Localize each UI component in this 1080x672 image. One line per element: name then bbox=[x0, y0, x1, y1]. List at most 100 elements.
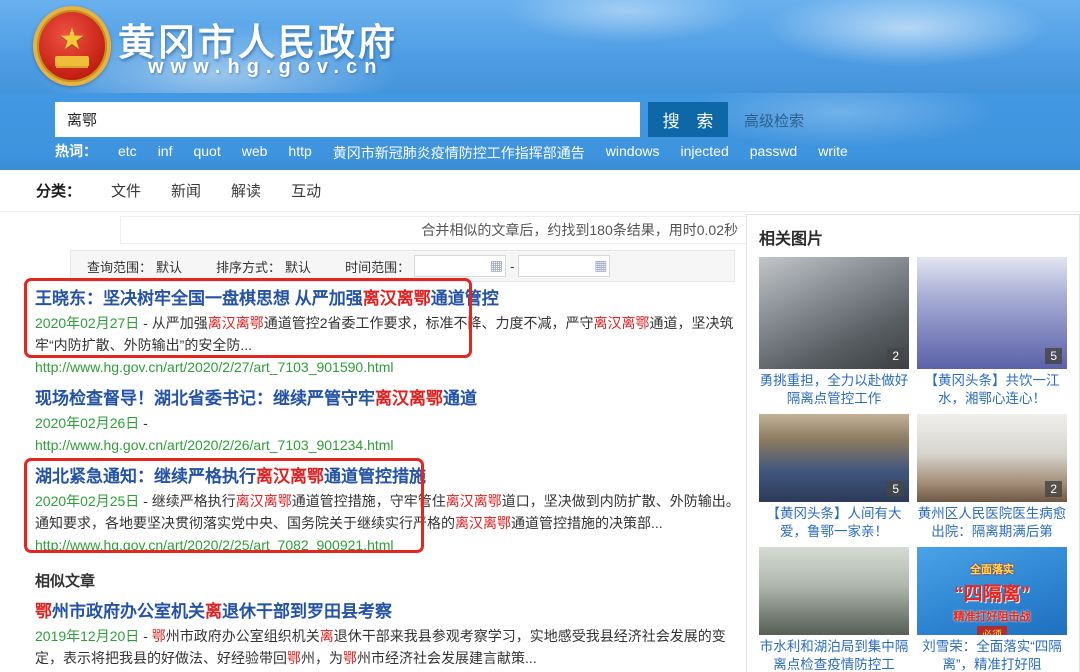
category-item-新闻[interactable]: 新闻 bbox=[171, 180, 201, 201]
hot-word-link[interactable]: quot bbox=[193, 143, 220, 163]
category-list: 文件 新闻 解读 互动 bbox=[111, 180, 321, 201]
hot-word-link[interactable]: http bbox=[288, 143, 311, 163]
result-date: 2020年02月26日 bbox=[35, 415, 139, 431]
category-item-解读[interactable]: 解读 bbox=[231, 180, 261, 201]
result-url: http://www.hg.gov.cn/art/2020/2/27/art_7… bbox=[35, 356, 741, 378]
hot-words-label: 热词： bbox=[55, 141, 97, 161]
text-segment: 州，为 bbox=[301, 650, 343, 666]
highlighted-query-term: 离汉离鄂 bbox=[594, 315, 650, 331]
search-results-page: ★ 黄冈市人民政府 www.hg.gov.cn 搜 索 高级检索 热词： etc… bbox=[0, 0, 1080, 672]
highlighted-query-term: 离汉离鄂 bbox=[455, 515, 511, 531]
stairwell-supplies-photo[interactable]: 2 bbox=[759, 257, 909, 369]
image-count-badge: 2 bbox=[887, 348, 904, 364]
hot-word-link[interactable]: passwd bbox=[750, 143, 797, 163]
result-title-link[interactable]: 鄂州市政府办公室机关离退休干部到罗田县考察 bbox=[35, 601, 741, 623]
text-segment: 通道管控措施，守牢管住 bbox=[292, 493, 446, 509]
related-image-caption[interactable]: 刘雪荣：全面落实“四隔离”，精准打好阻 bbox=[917, 638, 1067, 672]
results-list: 王晓东：坚决树牢全国一盘棋思想 从严加强离汉离鄂通道管控2020年02月27日 … bbox=[35, 288, 741, 672]
result-url: http://www.hg.gov.cn/art/2020/2/25/art_7… bbox=[35, 534, 741, 556]
highlighted-query-term: 鄂 bbox=[287, 650, 301, 666]
related-image-card: 2 勇挑重担，全力以赴做好隔离点管控工作 bbox=[759, 257, 909, 408]
related-image-card: 5【黄冈头条】共饮一江水，湘鄂心连心！ bbox=[917, 257, 1067, 408]
related-images-grid: 2勇挑重担，全力以赴做好隔离点管控工作5【黄冈头条】共饮一江水，湘鄂心连心！5【… bbox=[759, 257, 1067, 672]
related-image-caption[interactable]: 【黄冈头条】共饮一江水，湘鄂心连心！ bbox=[917, 372, 1067, 408]
text-segment: 州市经济社会发展建言献策... bbox=[357, 650, 537, 666]
result-item: 现场检查督导！湖北省委书记：继续严管守牢离汉离鄂通道2020年02月26日 - … bbox=[35, 388, 741, 456]
ppe-medical-team-photo[interactable]: 5 bbox=[917, 257, 1067, 369]
street-inspection-photo[interactable] bbox=[759, 547, 909, 635]
result-url: http://www.hg.gov.cn/art/2020/2/26/art_7… bbox=[35, 434, 741, 456]
related-images-title: 相关图片 bbox=[759, 225, 1067, 249]
search-button[interactable]: 搜 索 bbox=[648, 102, 728, 137]
highlighted-query-term: 鄂 bbox=[35, 602, 52, 621]
hot-word-link[interactable]: web bbox=[242, 143, 268, 163]
graphic-text-overlay: 全面落实“四隔离”精准打好阻击战必须 bbox=[917, 547, 1067, 635]
related-image-card: 市水利和湖泊局到集中隔离点检查疫情防控工 bbox=[759, 547, 909, 672]
result-title-link[interactable]: 王晓东：坚决树牢全国一盘棋思想 从严加强离汉离鄂通道管控 bbox=[35, 288, 741, 310]
related-images-panel: 相关图片 2勇挑重担，全力以赴做好隔离点管控工作5【黄冈头条】共饮一江水，湘鄂心… bbox=[746, 214, 1080, 672]
text-segment: 州市政府办公室机关 bbox=[52, 602, 205, 621]
advanced-search-link[interactable]: 高级检索 bbox=[744, 110, 804, 131]
time-range-end-input[interactable] bbox=[519, 256, 589, 276]
highlighted-query-term: 离汉离鄂 bbox=[208, 315, 264, 331]
sort-filter: 排序方式： 默认 bbox=[216, 257, 311, 276]
scope-filter: 查询范围： 默认 bbox=[87, 257, 182, 276]
highlighted-query-term: 离汉离鄂 bbox=[446, 493, 502, 509]
category-item-文件[interactable]: 文件 bbox=[111, 180, 141, 201]
related-image-caption[interactable]: 黄州区人民医院医生病愈出院：隔离期满后第 bbox=[917, 505, 1067, 541]
graphic-line-1: 全面落实 bbox=[970, 561, 1014, 577]
sort-filter-label: 排序方式： bbox=[216, 257, 281, 276]
result-title-link[interactable]: 湖北紧急通知：继续严格执行离汉离鄂通道管控措施 bbox=[35, 466, 741, 488]
result-title-link[interactable]: 现场检查督导！湖北省委书记：继续严管守牢离汉离鄂通道 bbox=[35, 388, 741, 410]
time-range-filter: 时间范围： ▦ - ▦ bbox=[345, 255, 610, 277]
image-count-badge: 2 bbox=[1045, 481, 1062, 497]
text-segment: 通道管控2省委工作要求，标准不降、力度不减，严守 bbox=[264, 315, 594, 331]
blue-jacket-group-photo[interactable]: 5 bbox=[759, 414, 909, 502]
date-separator: - bbox=[139, 493, 151, 509]
emblem-gate-icon bbox=[55, 56, 89, 66]
date-separator: - bbox=[139, 415, 148, 431]
hot-word-link[interactable]: inf bbox=[158, 143, 173, 163]
highlighted-query-term: 离汉离鄂 bbox=[363, 289, 431, 308]
search-input[interactable] bbox=[55, 102, 640, 137]
hot-word-link[interactable]: write bbox=[818, 143, 848, 163]
highlighted-query-term: 离汉离鄂 bbox=[256, 467, 324, 486]
hot-word-link[interactable]: windows bbox=[606, 143, 660, 163]
sort-filter-value[interactable]: 默认 bbox=[285, 257, 311, 276]
category-item-互动[interactable]: 互动 bbox=[291, 180, 321, 201]
graphic-line-2: “四隔离” bbox=[954, 579, 1030, 606]
related-image-caption[interactable]: 市水利和湖泊局到集中隔离点检查疫情防控工 bbox=[759, 638, 909, 672]
related-image-caption[interactable]: 勇挑重担，全力以赴做好隔离点管控工作 bbox=[759, 372, 909, 408]
calendar-icon[interactable]: ▦ bbox=[594, 257, 607, 274]
hot-word-link[interactable]: 黄冈市新冠肺炎疫情防控工作指挥部通告 bbox=[333, 143, 585, 163]
result-snippet: 2020年02月25日 - 继续严格执行离汉离鄂通道管控措施，守牢管住离汉离鄂道… bbox=[35, 490, 741, 534]
related-image-caption[interactable]: 【黄冈头条】人间有大爱，鲁鄂一家亲！ bbox=[759, 505, 909, 541]
highlighted-query-term: 鄂 bbox=[343, 650, 357, 666]
four-isolation-graphic[interactable]: 全面落实“四隔离”精准打好阻击战必须 bbox=[917, 547, 1067, 635]
filter-bar: 查询范围： 默认 排序方式： 默认 时间范围： ▦ - ▦ bbox=[70, 250, 735, 282]
results-column: 合并相似的文章后，约找到180条结果，用时0.02秒 查询范围： 默认 排序方式… bbox=[35, 216, 741, 672]
text-segment: 继续严格执行 bbox=[152, 493, 236, 509]
category-row: 分类： 文件新闻解读互动 bbox=[0, 170, 1080, 212]
text-segment: 退休干部到罗田县考察 bbox=[222, 602, 392, 621]
recovered-patient-photo[interactable]: 2 bbox=[917, 414, 1067, 502]
hot-word-link[interactable]: injected bbox=[680, 143, 728, 163]
time-range-separator: - bbox=[510, 259, 514, 274]
similar-articles-label: 相似文章 bbox=[35, 570, 741, 591]
related-image-card: 全面落实“四隔离”精准打好阻击战必须刘雪荣：全面落实“四隔离”，精准打好阻 bbox=[917, 547, 1067, 672]
calendar-icon[interactable]: ▦ bbox=[490, 257, 503, 274]
highlighted-query-term: 离汉离鄂 bbox=[236, 493, 292, 509]
highlighted-query-term: 离 bbox=[205, 602, 222, 621]
text-segment: 湖北紧急通知：继续严格执行 bbox=[35, 467, 256, 486]
hot-word-link[interactable]: etc bbox=[118, 143, 137, 163]
result-item: 王晓东：坚决树牢全国一盘棋思想 从严加强离汉离鄂通道管控2020年02月27日 … bbox=[35, 288, 741, 378]
text-segment: 从严加强 bbox=[152, 315, 208, 331]
highlighted-query-term: 鄂 bbox=[152, 628, 166, 644]
scope-filter-value[interactable]: 默认 bbox=[156, 257, 182, 276]
time-range-start-input[interactable] bbox=[415, 256, 485, 276]
results-count-info: 合并相似的文章后，约找到180条结果，用时0.02秒 bbox=[120, 216, 775, 244]
result-item: 湖北紧急通知：继续严格执行离汉离鄂通道管控措施2020年02月25日 - 继续严… bbox=[35, 466, 741, 556]
result-item: 鄂州市政府办公室机关离退休干部到罗田县考察2019年12月20日 - 鄂州市政府… bbox=[35, 601, 741, 672]
result-snippet: 2020年02月27日 - 从严加强离汉离鄂通道管控2省委工作要求，标准不降、力… bbox=[35, 312, 741, 356]
result-date: 2020年02月25日 bbox=[35, 493, 139, 509]
